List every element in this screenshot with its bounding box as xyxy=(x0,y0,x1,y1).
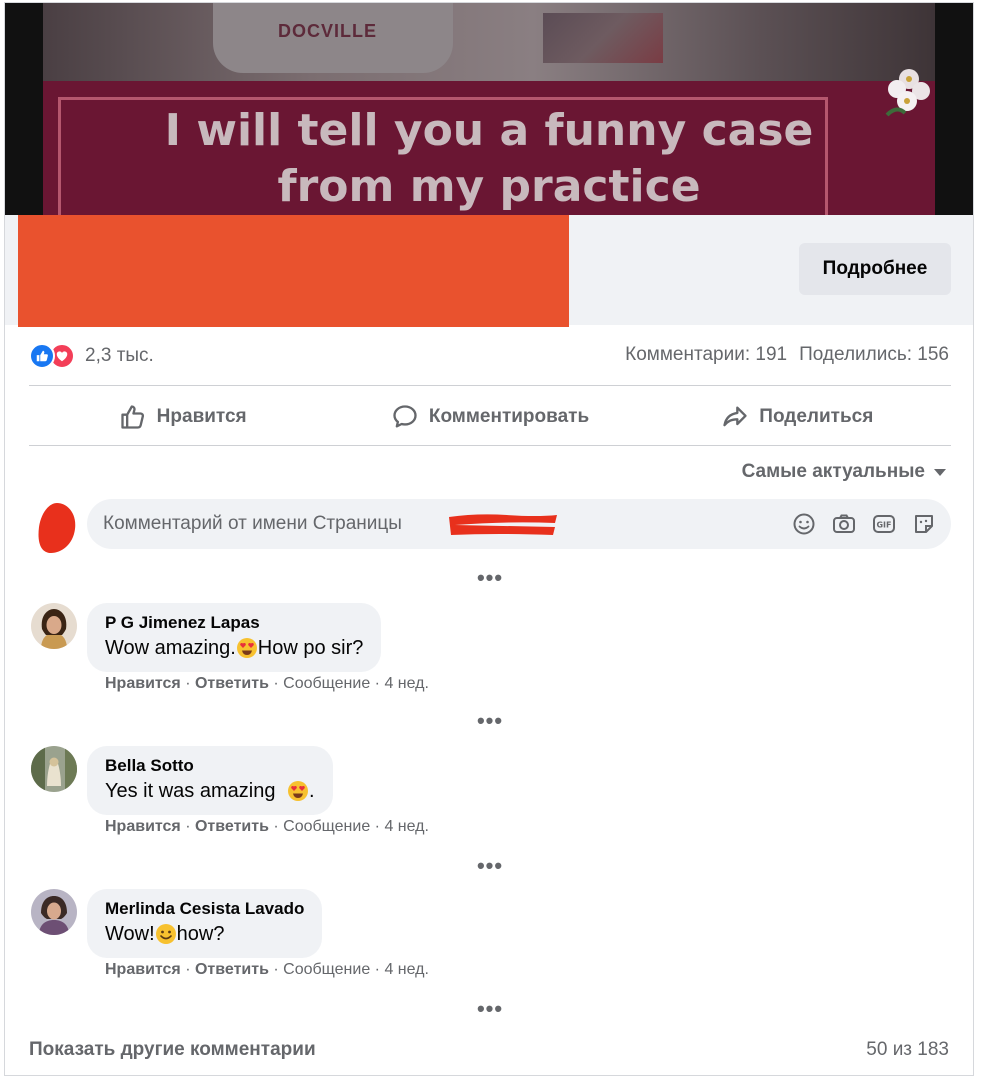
comment-button[interactable]: Комментировать xyxy=(336,389,643,445)
thumbs-up-icon xyxy=(121,405,144,429)
comment-text: Yes it was amazing . xyxy=(105,777,315,805)
comment-meta: Нравится · Ответить · Сообщение · 4 нед. xyxy=(105,961,429,978)
commenter-avatar[interactable] xyxy=(31,889,77,935)
comment-input-placeholder: Комментарий от имени Страницы xyxy=(103,513,402,534)
comments-count-link[interactable]: Комментарии: 191 xyxy=(625,344,787,366)
comment-bubble: Merlinda Cesista Lavado Wow! how? xyxy=(87,889,323,958)
comment-bubble-icon xyxy=(393,405,417,428)
sticker-icon[interactable] xyxy=(911,511,937,537)
comment-text-part: Yes it was amazing xyxy=(105,780,282,802)
like-button[interactable]: Нравится xyxy=(29,389,336,445)
comment-message-link[interactable]: Сообщение xyxy=(283,818,370,835)
comment-sort-dropdown[interactable]: Самые актуальные xyxy=(742,461,947,483)
page-name-redaction xyxy=(449,514,557,535)
comment-reply-link[interactable]: Ответить xyxy=(195,961,269,978)
more-options-icon[interactable]: ••• xyxy=(475,567,505,589)
comment-text-part: Wow amazing. xyxy=(105,637,236,659)
banner-shirt-text: DOCVILLE xyxy=(278,21,378,41)
like-label: Нравится xyxy=(156,406,247,427)
reaction-count: 2,3 тыс. xyxy=(85,345,154,366)
more-options-icon[interactable]: ••• xyxy=(475,855,505,877)
banner-headline-line2: from my practice xyxy=(277,161,701,212)
comment-like-link[interactable]: Нравится xyxy=(105,818,181,835)
sort-label: Самые актуальные xyxy=(741,461,925,482)
post-stats: Комментарии: 191 Поделились: 156 xyxy=(625,344,949,366)
comment-meta: Нравится · Ответить · Сообщение · 4 нед. xyxy=(105,675,429,692)
commenter-avatar[interactable] xyxy=(31,603,77,649)
camera-icon[interactable] xyxy=(831,511,857,537)
svg-text:GIF: GIF xyxy=(876,521,891,530)
heart-eyes-emoji-icon xyxy=(236,638,257,658)
banner-image: DOCVILLE I will tell you a funny case fr… xyxy=(43,3,935,215)
reactions-summary[interactable]: 2,3 тыс. xyxy=(29,341,154,371)
emoji-icon[interactable] xyxy=(791,511,817,537)
comment-time[interactable]: 4 нед. xyxy=(384,818,429,835)
comment-like-link[interactable]: Нравится xyxy=(105,675,181,692)
comment-text: Wow! how? xyxy=(105,920,304,948)
comment-author[interactable]: P G Jimenez Lapas xyxy=(105,612,363,634)
comment-bubble: Bella Sotto Yes it was amazing . xyxy=(87,746,333,815)
page-avatar xyxy=(38,503,76,553)
banner-headline-line1: I will tell you a funny case xyxy=(164,105,814,156)
comment-message-link[interactable]: Сообщение xyxy=(283,675,370,692)
comment-text-part: Wow! xyxy=(105,923,155,945)
comment-time[interactable]: 4 нед. xyxy=(384,961,429,978)
post-card: DOCVILLE I will tell you a funny case fr… xyxy=(4,2,974,1076)
divider xyxy=(29,385,951,386)
more-info-button[interactable]: Подробнее xyxy=(799,243,951,295)
comment-author[interactable]: Bella Sotto xyxy=(105,755,315,777)
comment-reply-link[interactable]: Ответить xyxy=(195,675,269,692)
comment-meta: Нравится · Ответить · Сообщение · 4 нед. xyxy=(105,818,429,835)
redaction-block xyxy=(18,215,569,327)
comments-page-count: 50 из 183 xyxy=(866,1039,949,1060)
comment-text: Wow amazing. How po sir? xyxy=(105,634,363,662)
show-more-comments-link[interactable]: Показать другие комментарии xyxy=(29,1039,316,1061)
comment-bubble: P G Jimenez Lapas Wow amazing. How po si… xyxy=(87,603,382,672)
like-reaction-icon xyxy=(29,343,55,369)
comment-time[interactable]: 4 нед. xyxy=(384,675,429,692)
shares-count-link[interactable]: Поделились: 156 xyxy=(799,344,949,366)
post-actions: Нравится Комментировать Поделиться xyxy=(29,389,951,445)
comment-like-link[interactable]: Нравится xyxy=(105,961,181,978)
more-options-icon[interactable]: ••• xyxy=(475,710,505,732)
share-label: Поделиться xyxy=(759,406,874,427)
comment-message-link[interactable]: Сообщение xyxy=(283,961,370,978)
share-arrow-icon xyxy=(723,406,747,427)
banner-flag xyxy=(543,13,663,63)
smile-emoji-icon xyxy=(155,924,176,944)
composer-tools: GIF xyxy=(791,511,937,537)
comment-text-part: how? xyxy=(176,923,225,945)
commenter-avatar[interactable] xyxy=(31,746,77,792)
comment-input[interactable]: Комментарий от имени Страницы GIF xyxy=(87,499,951,549)
flower-decoration-icon xyxy=(885,69,930,117)
banner-headline: I will tell you a funny case from my pra… xyxy=(43,103,935,215)
comment-author[interactable]: Merlinda Cesista Lavado xyxy=(105,898,304,920)
banner-photo-area xyxy=(43,3,935,81)
share-button[interactable]: Поделиться xyxy=(644,389,951,445)
caret-down-icon xyxy=(934,469,946,476)
video-banner[interactable]: DOCVILLE I will tell you a funny case fr… xyxy=(5,3,973,215)
heart-eyes-emoji-icon xyxy=(288,781,309,801)
comment-text-part: . xyxy=(309,780,315,802)
divider xyxy=(29,445,951,446)
comment-reply-link[interactable]: Ответить xyxy=(195,818,269,835)
comment-label: Комментировать xyxy=(428,406,590,427)
more-options-icon[interactable]: ••• xyxy=(475,998,505,1020)
comment-text-part: How po sir? xyxy=(257,637,364,659)
gif-icon[interactable]: GIF xyxy=(871,511,897,537)
